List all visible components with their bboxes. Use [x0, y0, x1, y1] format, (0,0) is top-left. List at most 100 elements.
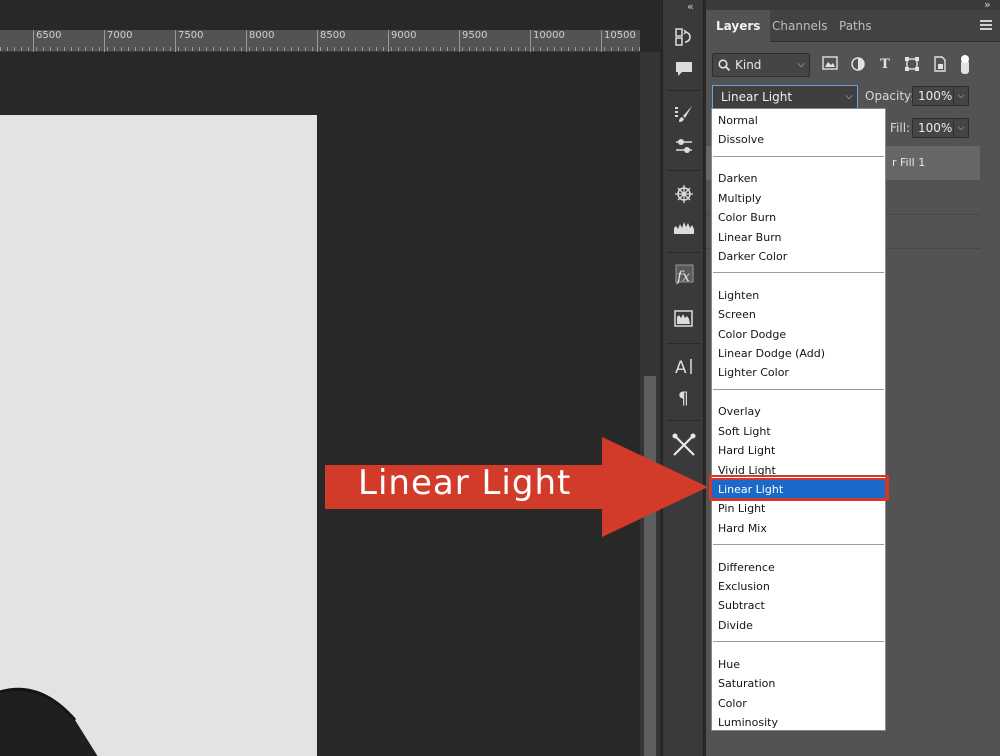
chevron-down-icon: ⌵ — [797, 59, 805, 70]
double-chevron-left-icon[interactable]: « — [687, 0, 694, 13]
annotation-label: Linear Light — [358, 463, 572, 503]
menu-item-lighten[interactable]: Lighten — [712, 286, 885, 305]
menu-item-darker-color[interactable]: Darker Color — [712, 247, 885, 266]
menu-item-soft-light[interactable]: Soft Light — [712, 422, 885, 441]
adjustment-sliders-icon[interactable] — [671, 134, 697, 160]
ruler-minor-tick — [326, 47, 328, 51]
navigator-wheel-icon[interactable] — [671, 181, 697, 207]
menu-item-dissolve[interactable]: Dissolve — [712, 130, 885, 149]
ruler-minor-tick — [355, 47, 356, 51]
tab-paths[interactable]: Paths — [829, 10, 882, 42]
menu-item-linear-burn[interactable]: Linear Burn — [712, 228, 885, 247]
opacity-field[interactable]: 100% — [912, 86, 954, 106]
ruler-minor-tick — [518, 47, 520, 51]
menu-item-color-burn[interactable]: Color Burn — [712, 208, 885, 227]
menu-item-hue[interactable]: Hue — [712, 655, 885, 674]
history-icon[interactable] — [671, 24, 697, 50]
tab-layers[interactable]: Layers — [706, 10, 771, 42]
divider — [667, 90, 701, 91]
svg-text:fx: fx — [676, 269, 690, 285]
ruler-minor-tick — [575, 47, 577, 51]
ruler-minor-tick — [376, 47, 378, 51]
menu-item-pin-light[interactable]: Pin Light — [712, 499, 885, 518]
ruler-minor-tick — [85, 47, 87, 51]
panel-tool-strip: « fx A ¶ — [662, 0, 704, 756]
chevron-down-icon[interactable]: ⌵ — [953, 118, 969, 138]
character-icon[interactable]: A — [671, 353, 697, 379]
libraries-icon[interactable] — [671, 305, 697, 331]
menu-item-screen[interactable]: Screen — [712, 305, 885, 324]
histogram-icon[interactable] — [671, 213, 697, 239]
ruler-minor-tick — [568, 47, 569, 51]
ruler-minor-tick — [127, 47, 129, 51]
chevron-down-icon[interactable]: ⌵ — [953, 86, 969, 106]
menu-item-divide[interactable]: Divide — [712, 616, 885, 635]
scrollbar-thumb[interactable] — [644, 376, 656, 756]
horizontal-ruler: 6500 7000 7500 8000 8500 9000 9500 10000… — [0, 30, 640, 52]
brush-settings-icon[interactable] — [671, 101, 697, 127]
chevron-down-icon: ⌵ — [845, 91, 853, 102]
adjustment-filter-icon[interactable] — [849, 56, 867, 74]
fx-styles-icon[interactable]: fx — [671, 262, 697, 288]
canvas-area[interactable]: 6500 7000 7500 8000 8500 9000 9500 10000… — [0, 0, 660, 756]
ruler-minor-tick — [234, 47, 236, 51]
ruler-minor-tick — [482, 47, 484, 51]
ruler-minor-tick — [28, 47, 30, 51]
menu-item-normal[interactable]: Normal — [712, 111, 885, 130]
ruler-minor-tick — [468, 47, 470, 51]
ruler-minor-tick — [454, 47, 456, 51]
smart-object-filter-icon[interactable] — [931, 56, 949, 74]
ruler-minor-tick — [21, 47, 23, 51]
blend-mode-select[interactable]: Linear Light ⌵ — [712, 85, 858, 109]
ruler-minor-tick — [383, 47, 385, 51]
ruler-minor-tick — [170, 47, 172, 51]
pixel-filter-icon[interactable] — [821, 56, 839, 74]
menu-item-color-dodge[interactable]: Color Dodge — [712, 325, 885, 344]
menu-item-saturation[interactable]: Saturation — [712, 674, 885, 693]
ruler-minor-tick — [156, 47, 158, 51]
ruler-minor-tick — [582, 47, 584, 51]
menu-item-darken[interactable]: Darken — [712, 169, 885, 188]
document-canvas[interactable] — [0, 115, 317, 756]
ruler-minor-tick — [440, 47, 442, 51]
ruler-minor-tick — [49, 47, 51, 51]
menu-item-color[interactable]: Color — [712, 694, 885, 713]
shape-filter-icon[interactable] — [903, 56, 921, 74]
comment-icon[interactable] — [671, 56, 697, 82]
tab-channels[interactable]: Channels — [762, 10, 838, 42]
menu-item-overlay[interactable]: Overlay — [712, 402, 885, 421]
menu-separator — [713, 272, 884, 274]
type-filter-icon[interactable]: T — [876, 56, 894, 74]
ruler-minor-tick — [42, 47, 44, 51]
svg-text:¶: ¶ — [678, 389, 689, 407]
ruler-minor-tick — [71, 47, 72, 51]
ruler-minor-tick — [426, 47, 427, 51]
ruler-minor-tick — [269, 47, 271, 51]
ruler-minor-tick — [291, 47, 293, 51]
menu-item-hard-light[interactable]: Hard Light — [712, 441, 885, 460]
filter-toggle-icon[interactable] — [956, 52, 974, 74]
search-icon — [718, 59, 730, 71]
menu-item-hard-mix[interactable]: Hard Mix — [712, 519, 885, 538]
ruler-minor-tick — [255, 47, 257, 51]
ruler-minor-tick — [213, 47, 214, 51]
ruler-minor-tick — [227, 47, 229, 51]
panel-menu-icon[interactable] — [980, 20, 992, 32]
panel-tabs: Layers Channels Paths — [706, 10, 1000, 42]
ruler-minor-tick — [134, 47, 136, 51]
paragraph-icon[interactable]: ¶ — [671, 384, 697, 410]
menu-item-difference[interactable]: Difference — [712, 558, 885, 577]
kind-filter-select[interactable]: Kind ⌵ — [712, 53, 810, 77]
ruler-minor-tick — [390, 47, 392, 51]
menu-item-subtract[interactable]: Subtract — [712, 596, 885, 615]
ruler-minor-tick — [525, 47, 527, 51]
fill-field[interactable]: 100% — [912, 118, 954, 138]
menu-item-multiply[interactable]: Multiply — [712, 189, 885, 208]
menu-item-lighter-color[interactable]: Lighter Color — [712, 363, 885, 382]
ruler-minor-tick — [447, 47, 449, 51]
menu-item-exclusion[interactable]: Exclusion — [712, 577, 885, 596]
ruler-minor-tick — [546, 47, 548, 51]
menu-item-luminosity[interactable]: Luminosity — [712, 713, 885, 732]
opacity-label: Opacity: — [865, 89, 915, 103]
menu-item-linear-dodge-add[interactable]: Linear Dodge (Add) — [712, 344, 885, 363]
